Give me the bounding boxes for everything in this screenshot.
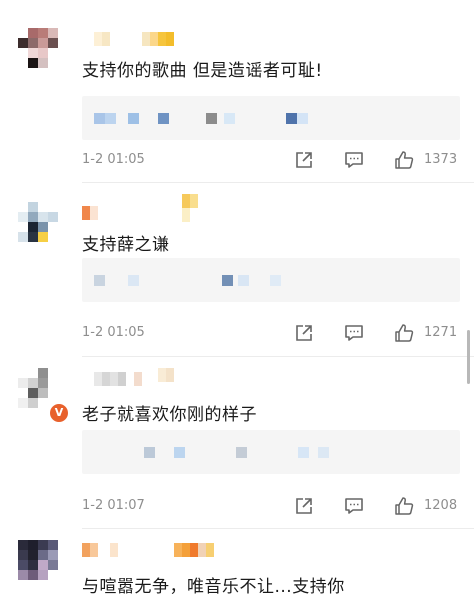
comment-meta: 1-2 01:05 1373: [82, 150, 462, 170]
avatar[interactable]: [18, 540, 66, 588]
like-count: 1373: [424, 152, 458, 167]
share-button[interactable]: [294, 150, 314, 170]
divider: [82, 356, 474, 357]
comment-time: 1-2 01:05: [82, 152, 145, 167]
divider: [82, 528, 474, 529]
like-count: 1208: [424, 498, 458, 513]
comment-text: 老子就喜欢你刚的样子: [82, 405, 257, 425]
comment-meta: 1-2 01:05 1271: [82, 323, 462, 343]
comment-time: 1-2 01:07: [82, 498, 145, 513]
scrollbar[interactable]: [467, 330, 470, 384]
comment-icon: [345, 152, 363, 168]
comment-time: 1-2 01:05: [82, 325, 145, 340]
avatar[interactable]: [18, 202, 66, 250]
comment-text: 支持你的歌曲 但是造谣者可耻!: [82, 61, 323, 81]
comment-icon: [345, 325, 363, 341]
reply-preview-redacted[interactable]: [82, 96, 460, 140]
thumbs-up-icon: [395, 151, 414, 169]
like-button[interactable]: [394, 323, 414, 343]
thumbs-up-icon: [395, 324, 414, 342]
comment-text: 支持薛之谦: [82, 235, 170, 255]
comment-button[interactable]: [344, 150, 364, 170]
comment-button[interactable]: [344, 323, 364, 343]
comment-meta: 1-2 01:07 1208: [82, 496, 462, 516]
share-icon: [296, 498, 312, 514]
share-icon: [296, 325, 312, 341]
thumbs-up-icon: [395, 497, 414, 515]
share-icon: [296, 152, 312, 168]
verified-badge-icon: V: [48, 402, 70, 424]
avatar[interactable]: [18, 28, 66, 76]
like-button[interactable]: [394, 496, 414, 516]
like-count: 1271: [424, 325, 458, 340]
reply-preview-redacted[interactable]: [82, 430, 460, 474]
divider: [82, 182, 474, 183]
comment-icon: [345, 498, 363, 514]
like-button[interactable]: [394, 150, 414, 170]
share-button[interactable]: [294, 496, 314, 516]
share-button[interactable]: [294, 323, 314, 343]
comment-button[interactable]: [344, 496, 364, 516]
reply-preview-redacted[interactable]: [82, 258, 460, 302]
comment-text: 与喧嚣无争，唯音乐不让...支持你: [82, 577, 345, 597]
